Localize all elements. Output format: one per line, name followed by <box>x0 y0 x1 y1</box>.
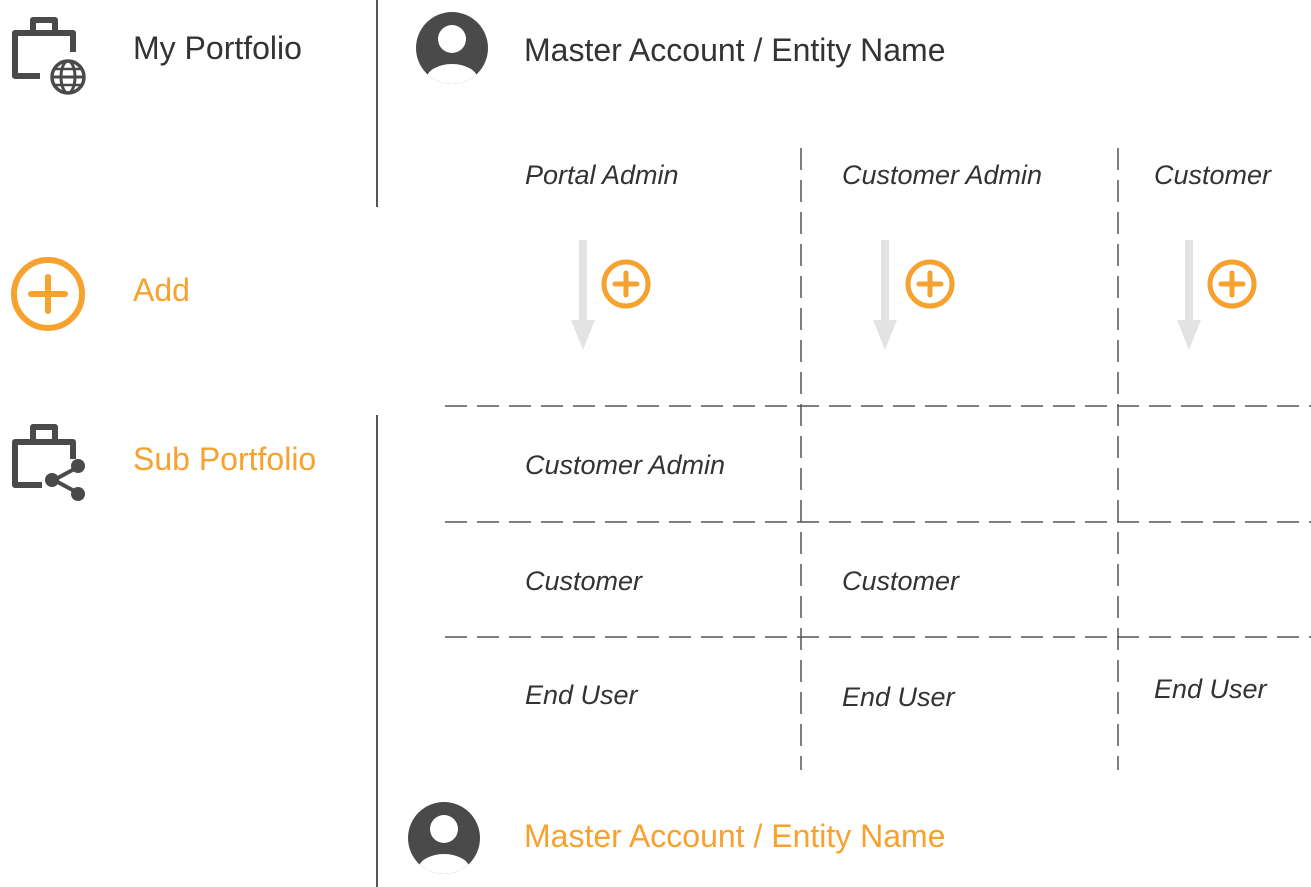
cell-role: Customer <box>842 566 960 596</box>
cell-role: End User <box>525 680 638 710</box>
column-header-portal-admin: Portal Admin <box>525 160 679 190</box>
add-portal-admin-button[interactable] <box>600 258 652 310</box>
cell-role: Customer Admin <box>525 450 726 480</box>
add-customer-admin-button[interactable] <box>904 258 956 310</box>
cell-role: End User <box>842 682 955 712</box>
add-customer-button[interactable] <box>1206 258 1258 310</box>
bottom-account-header[interactable]: Master Account / Entity Name <box>400 800 1100 880</box>
grid-lines <box>445 148 1311 770</box>
column-header-customer-admin: Customer Admin <box>842 160 1043 190</box>
cell-role: Customer <box>525 566 643 596</box>
down-arrow-icon <box>571 240 595 350</box>
down-arrow-icon <box>1177 240 1201 350</box>
column-header-customer: Customer <box>1154 160 1272 190</box>
cell-role: End User <box>1154 674 1267 704</box>
user-avatar-icon <box>408 802 480 874</box>
column-add-customer-admin <box>866 240 976 355</box>
down-arrow-icon <box>873 240 897 350</box>
column-add-customer <box>1172 240 1282 355</box>
column-add-portal-admin <box>560 240 670 355</box>
bottom-account-name[interactable]: Master Account / Entity Name <box>524 816 946 856</box>
